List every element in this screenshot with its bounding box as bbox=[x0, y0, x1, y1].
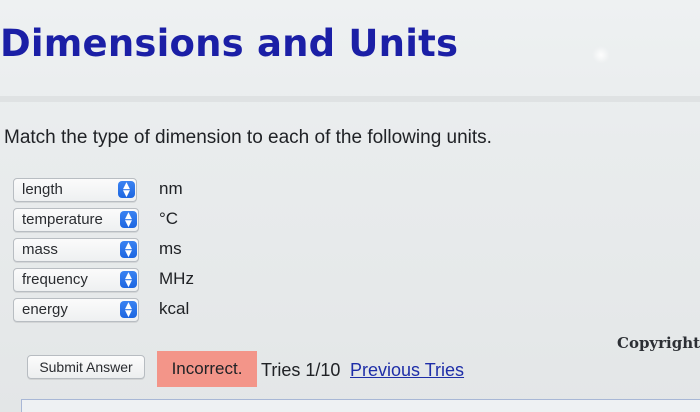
dimension-select-value: energy bbox=[22, 301, 68, 318]
chevron-updown-icon: ▲ ▼ bbox=[118, 181, 135, 198]
dimension-select-value: length bbox=[22, 181, 63, 198]
match-row-5: energy ▲ ▼ kcal bbox=[13, 298, 213, 322]
submit-answer-button[interactable]: Submit Answer bbox=[27, 355, 145, 379]
unit-label-1: nm bbox=[159, 179, 183, 198]
dimension-select-1[interactable]: length ▲ ▼ bbox=[13, 178, 137, 202]
chevron-updown-icon: ▲ ▼ bbox=[120, 301, 137, 318]
match-row-3: mass ▲ ▼ ms bbox=[13, 238, 213, 262]
dimension-select-value: temperature bbox=[22, 211, 103, 228]
match-row-4: frequency ▲ ▼ MHz bbox=[13, 268, 213, 292]
match-row-2: temperature ▲ ▼ °C bbox=[13, 208, 213, 232]
problem-page: Dimensions and Units Match the type of d… bbox=[0, 0, 700, 412]
dimension-select-value: frequency bbox=[22, 271, 88, 288]
glare-highlight bbox=[592, 46, 610, 64]
title-divider bbox=[0, 96, 700, 102]
tries-count: Tries 1/10 bbox=[261, 360, 341, 380]
unit-label-5: kcal bbox=[159, 299, 190, 318]
chevron-updown-icon: ▲ ▼ bbox=[120, 241, 137, 258]
status-badge: Incorrect. bbox=[157, 351, 257, 387]
copyright-text: Copyright: L bbox=[617, 334, 700, 352]
instructions-text: Match the type of dimension to each of t… bbox=[4, 127, 492, 148]
previous-tries-link[interactable]: Previous Tries bbox=[350, 360, 464, 381]
match-row-1: length ▲ ▼ nm bbox=[13, 178, 213, 202]
bottom-response-area bbox=[21, 399, 700, 412]
dimension-select-5[interactable]: energy ▲ ▼ bbox=[13, 298, 139, 322]
unit-label-4: MHz bbox=[159, 269, 194, 288]
chevron-updown-icon: ▲ ▼ bbox=[120, 211, 137, 228]
chevron-updown-icon: ▲ ▼ bbox=[120, 271, 137, 288]
dimension-select-value: mass bbox=[22, 241, 58, 258]
unit-label-3: ms bbox=[159, 239, 182, 258]
page-title: Dimensions and Units bbox=[0, 22, 459, 65]
dimension-select-3[interactable]: mass ▲ ▼ bbox=[13, 238, 139, 262]
dimension-select-4[interactable]: frequency ▲ ▼ bbox=[13, 268, 139, 292]
dimension-select-2[interactable]: temperature ▲ ▼ bbox=[13, 208, 139, 232]
unit-label-2: °C bbox=[159, 209, 179, 228]
